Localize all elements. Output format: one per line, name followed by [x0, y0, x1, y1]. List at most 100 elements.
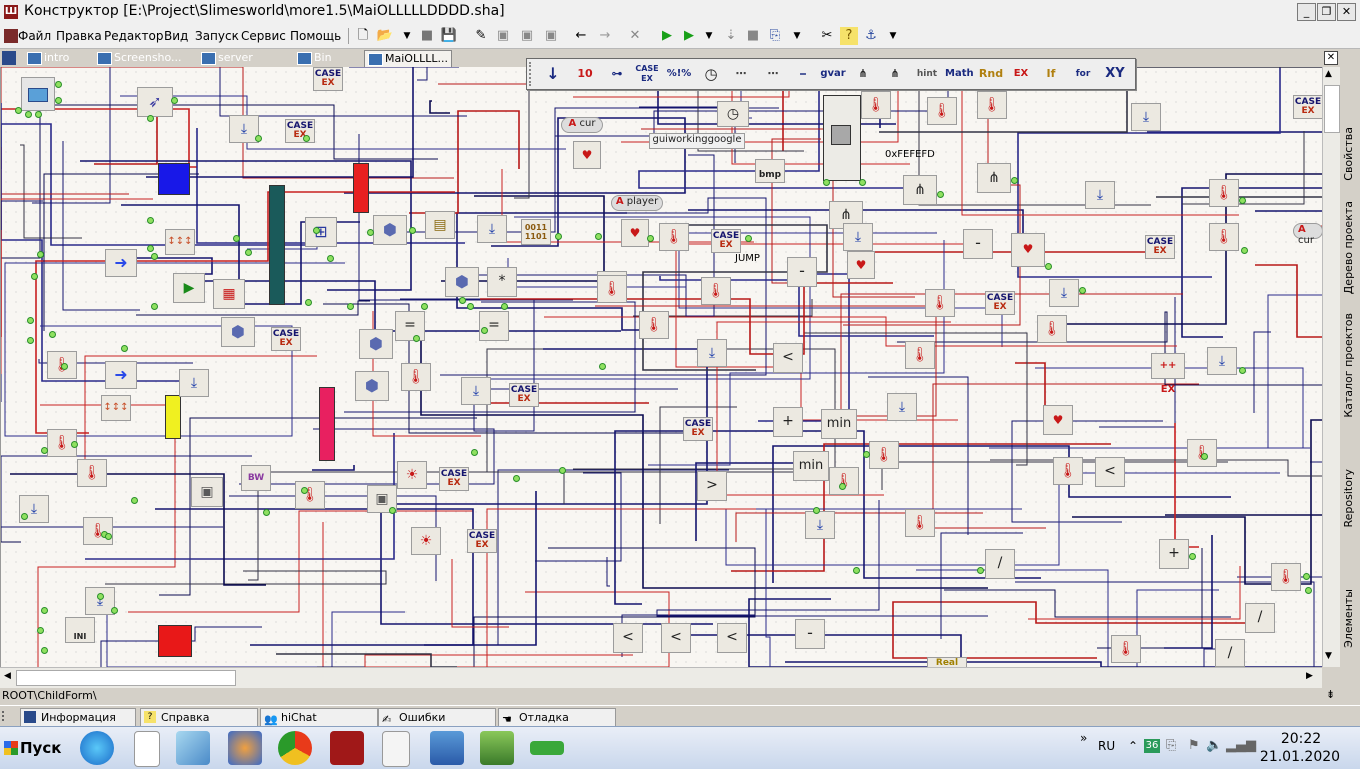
resize-grip-icon[interactable]: ⇟	[1326, 688, 1335, 701]
clock-date[interactable]: 21.01.2020	[1252, 749, 1348, 765]
connection-pin[interactable]	[147, 217, 154, 224]
palette-case-icon[interactable]: CASE EX	[633, 63, 661, 86]
child-window-icon[interactable]	[4, 29, 18, 43]
vertical-scroll-thumb[interactable]	[1324, 85, 1340, 133]
palette-variable-icon[interactable]: 10	[571, 63, 599, 85]
connection-pin[interactable]	[55, 97, 62, 104]
tray-up-icon[interactable]: ⌃	[1128, 739, 1138, 753]
tray-usb-icon[interactable]: ⎘	[1166, 738, 1176, 753]
tab-screenshot[interactable]: Screensho...	[94, 50, 200, 66]
variable-node[interactable]: 🌡	[701, 277, 731, 305]
menu-edit[interactable]: Правка	[56, 29, 102, 43]
connection-pin[interactable]	[1045, 263, 1052, 270]
panel-tab-hichat[interactable]: 👥 hiChat	[260, 708, 378, 727]
palette-format-icon[interactable]: %!%	[665, 63, 693, 85]
horizontal-scrollbar[interactable]: ◀ ▶	[0, 667, 1322, 688]
dropdown-arrow-icon[interactable]: ▼	[884, 27, 902, 45]
connection-pin[interactable]	[599, 363, 606, 370]
connection-pin[interactable]	[859, 179, 866, 186]
save-all-icon[interactable]: 💾	[440, 27, 458, 45]
connection-pin[interactable]	[25, 111, 32, 118]
copy-icon[interactable]: ▣	[518, 27, 536, 45]
variable-node[interactable]: 🌡	[83, 517, 113, 545]
variable-node[interactable]: 🌡	[639, 311, 669, 339]
connection-pin[interactable]	[147, 245, 154, 252]
scroll-left-icon[interactable]: ◀	[4, 671, 11, 681]
tab-bin[interactable]: Bin	[294, 50, 360, 66]
data-down-arrow-node[interactable]: ⤓	[179, 369, 209, 397]
panel-grip[interactable]	[2, 711, 16, 721]
vertical-scrollbar[interactable]: ▲ ▼	[1322, 67, 1340, 667]
data-down-arrow-node[interactable]: ⤓	[697, 339, 727, 367]
schema-canvas[interactable]: A cur A player guiworkinggoogle bmp 0xFE…	[0, 67, 1323, 667]
help-icon[interactable]: ?	[840, 27, 858, 45]
connection-pin[interactable]	[1239, 197, 1246, 204]
variable-node[interactable]: 🌡	[1053, 457, 1083, 485]
palette-timer-icon[interactable]: ◷	[697, 63, 725, 85]
palette-hint-icon[interactable]: hint	[913, 63, 941, 85]
connection-pin[interactable]	[513, 475, 520, 482]
volume-icon[interactable]: 🔈	[1206, 738, 1222, 753]
language-indicator[interactable]: RU	[1098, 739, 1115, 753]
connection-pin[interactable]	[61, 363, 68, 370]
dock-tab-repository[interactable]: Repository	[1342, 469, 1358, 528]
menu-file[interactable]: Файл	[18, 29, 51, 43]
connection-pin[interactable]	[471, 449, 478, 456]
connection-pin[interactable]	[35, 111, 42, 118]
variable-node[interactable]: 🌡	[905, 341, 935, 369]
tab-server[interactable]: server	[198, 50, 278, 66]
clock-time[interactable]: 20:22	[1270, 731, 1332, 747]
connection-pin[interactable]	[1189, 553, 1196, 560]
data-down-arrow-node[interactable]: ⤓	[461, 377, 491, 405]
connection-pin[interactable]	[111, 607, 118, 614]
palette-math-icon[interactable]: ⋯	[727, 63, 755, 85]
open-folder-icon[interactable]: 📂	[376, 27, 394, 45]
connection-pin[interactable]	[413, 335, 420, 342]
restore-button[interactable]: ❐	[1317, 3, 1336, 21]
connection-pin[interactable]	[41, 647, 48, 654]
connection-pin[interactable]	[15, 107, 22, 114]
tray-flag-icon[interactable]: ⚑	[1188, 738, 1200, 753]
palette-random-icon[interactable]: Rnd	[977, 63, 1005, 85]
cut-icon[interactable]: ▣	[494, 27, 512, 45]
network-icon[interactable]	[430, 731, 464, 765]
connection-pin[interactable]	[937, 191, 944, 198]
palette-gvar-icon[interactable]: gvar	[819, 63, 847, 85]
palette-link-icon[interactable]: ⊶	[603, 63, 631, 85]
connection-pin[interactable]	[1011, 177, 1018, 184]
connection-pin[interactable]	[1303, 573, 1310, 580]
connection-pin[interactable]	[301, 487, 308, 494]
panel-tab-debug[interactable]: ☚ Отладка	[498, 708, 616, 727]
chrome-icon[interactable]	[278, 731, 312, 765]
anchor-icon[interactable]: ⚓	[862, 27, 880, 45]
menu-editor[interactable]: Редактор	[104, 29, 163, 43]
scroll-down-icon[interactable]: ▼	[1325, 651, 1332, 661]
menu-view[interactable]: Вид	[164, 29, 188, 43]
menu-run[interactable]: Запуск	[195, 29, 239, 43]
horizontal-scroll-thumb[interactable]	[16, 670, 236, 686]
compile-icon[interactable]: ⎘	[766, 27, 784, 45]
connection-pin[interactable]	[823, 179, 830, 186]
paste-icon[interactable]: ▣	[542, 27, 560, 45]
connection-pin[interactable]	[303, 135, 310, 142]
connection-pin[interactable]	[559, 467, 566, 474]
connection-pin[interactable]	[813, 507, 820, 514]
connection-pin[interactable]	[263, 509, 270, 516]
dropdown-arrow-icon[interactable]: ▼	[788, 27, 806, 45]
edit-icon[interactable]: ✎	[472, 27, 490, 45]
connection-pin[interactable]	[147, 115, 154, 122]
tools-icon[interactable]: ✂	[818, 27, 836, 45]
data-down-arrow-node[interactable]: ⤓	[477, 215, 507, 243]
dropdown-arrow-icon[interactable]: ▼	[700, 27, 718, 45]
connection-pin[interactable]	[245, 249, 252, 256]
connection-pin[interactable]	[1079, 287, 1086, 294]
variable-node[interactable]: 🌡	[1209, 179, 1239, 207]
menu-help[interactable]: Помощь	[290, 29, 341, 43]
variable-node[interactable]: 🌡	[861, 91, 891, 119]
scroll-up-icon[interactable]: ▲	[1325, 69, 1332, 79]
palette-down-arrow-icon[interactable]: ↓	[539, 63, 567, 85]
ie-browser-icon[interactable]	[80, 731, 114, 765]
palette-if-icon[interactable]: If	[1037, 63, 1065, 85]
connection-pin[interactable]	[233, 235, 240, 242]
connection-pin[interactable]	[37, 251, 44, 258]
